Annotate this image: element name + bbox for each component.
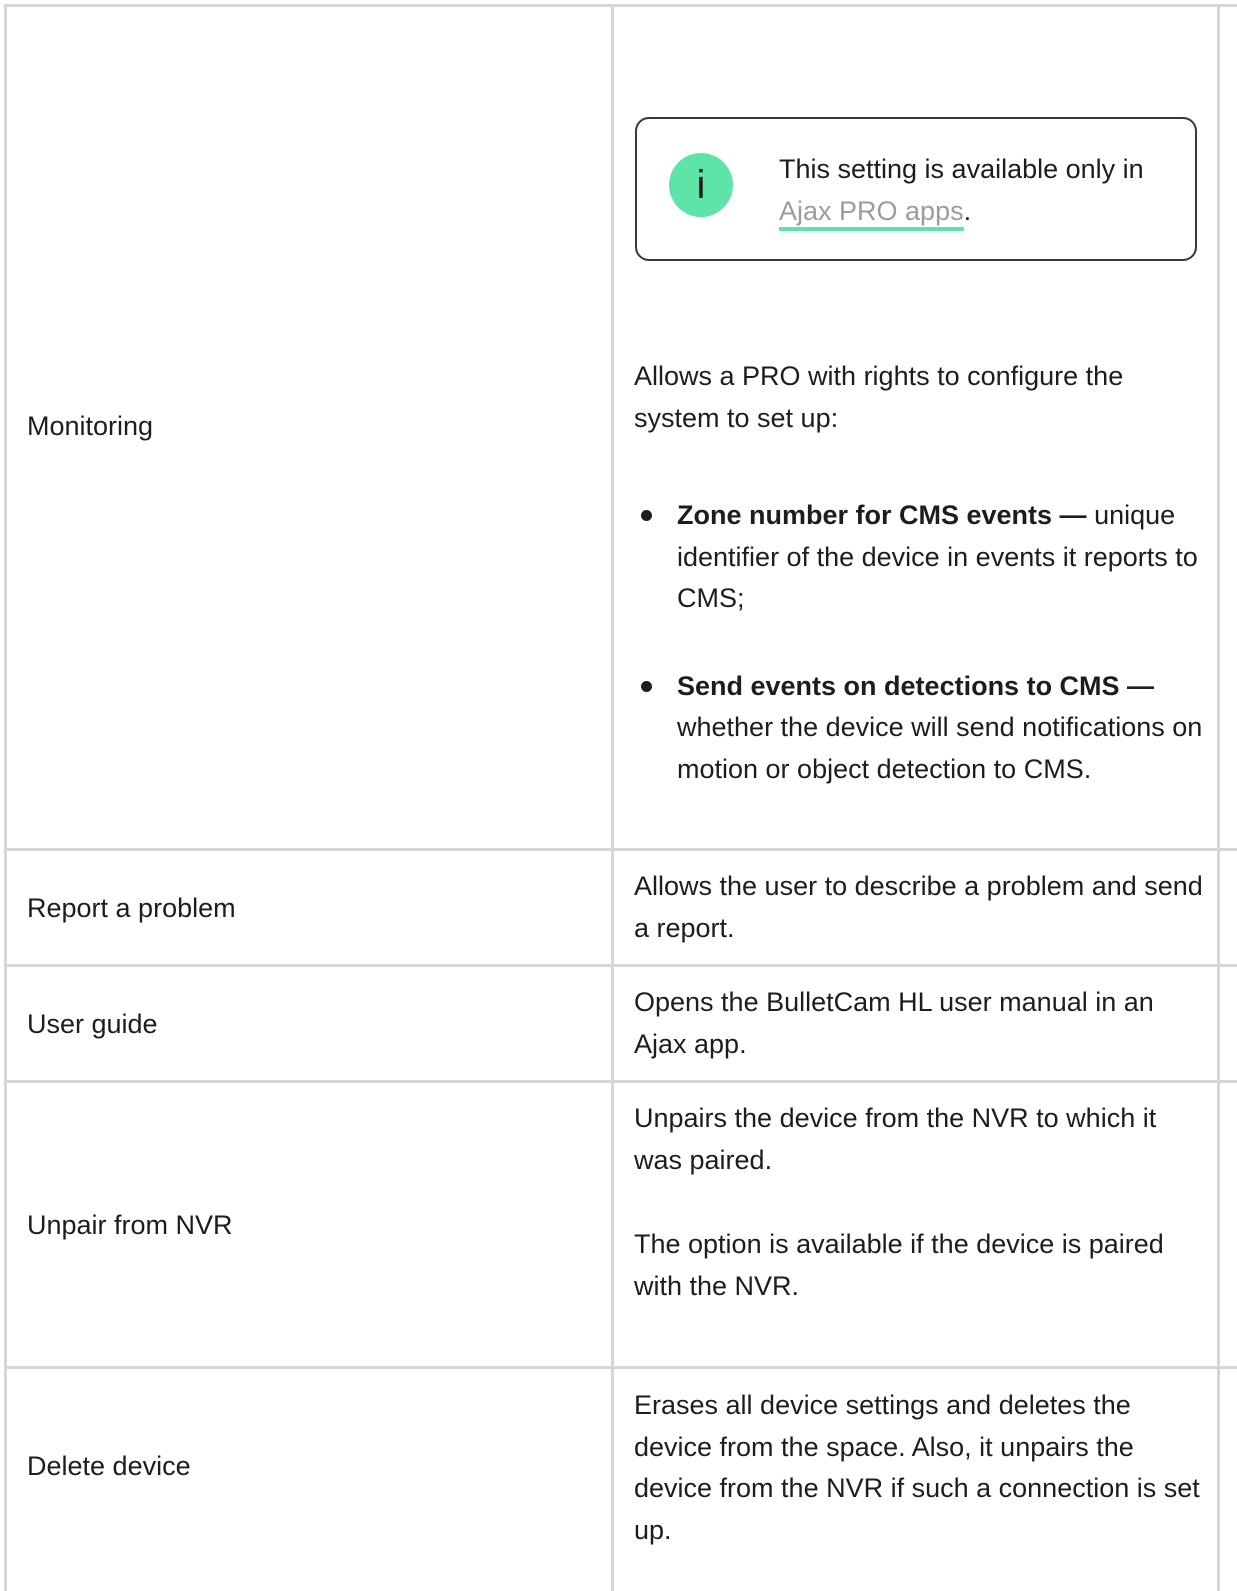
row-label-unpair-nvr: Unpair from NVR — [27, 1205, 587, 1247]
row-desc-report-problem: Allows the user to describe a problem an… — [634, 871, 1203, 943]
info-icon: i — [669, 153, 733, 217]
row-divider — [4, 1366, 1237, 1369]
table-column-divider — [611, 4, 614, 1591]
table-border-right — [1217, 4, 1220, 1591]
row-desc-unpair-nvr: Unpairs the device from the NVR to which… — [634, 1103, 1164, 1301]
monitoring-intro: Allows a PRO with rights to configure th… — [634, 361, 1124, 433]
row-divider — [4, 848, 1237, 851]
info-note: i This setting is available only in Ajax… — [635, 117, 1197, 261]
setting-name: Monitoring — [27, 411, 154, 442]
note-text: This setting is available only in Ajax P… — [779, 149, 1179, 232]
row-label-user-guide: User guide — [27, 1004, 587, 1046]
ajax-pro-apps-link[interactable]: Ajax PRO apps — [779, 195, 964, 231]
setting-name: Delete device — [27, 1451, 191, 1482]
row-desc-monitoring: Allows a PRO with rights to configure th… — [634, 356, 1209, 790]
setting-name: Report a problem — [27, 893, 236, 924]
setting-name: Unpair from NVR — [27, 1210, 233, 1241]
row-label-report-problem: Report a problem — [27, 888, 587, 930]
table-border-left — [4, 4, 7, 1591]
row-label-delete-device: Delete device — [27, 1446, 587, 1488]
list-item: Send events on detections to CMS — wheth… — [634, 666, 1209, 791]
monitoring-options-list: Zone number for CMS events — unique iden… — [634, 495, 1209, 790]
setting-name: User guide — [27, 1009, 158, 1040]
list-item: Zone number for CMS events — unique iden… — [634, 495, 1209, 620]
row-divider — [4, 1080, 1237, 1083]
settings-table: Monitoring i This setting is available o… — [0, 0, 1237, 1591]
table-border-top — [4, 4, 1237, 7]
row-desc-user-guide: Opens the BulletCam HL user manual in an… — [634, 987, 1154, 1059]
row-desc-delete-device: Erases all device settings and deletes t… — [634, 1390, 1200, 1545]
row-divider — [4, 964, 1237, 967]
row-label-monitoring: Monitoring — [27, 406, 587, 448]
